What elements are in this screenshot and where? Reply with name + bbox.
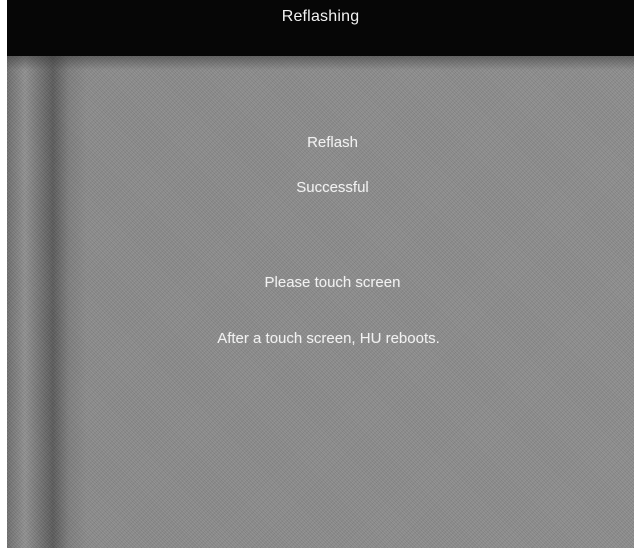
head-unit-display: Reflashing Reflash Successful Please tou… xyxy=(0,0,634,548)
touch-prompt-text: Please touch screen xyxy=(264,274,401,291)
touch-screen-area[interactable]: Reflash Successful Please touch screen A… xyxy=(7,56,634,548)
reboot-info-text: After a touch screen, HU reboots. xyxy=(217,330,440,347)
status-reflash-text: Reflash xyxy=(307,134,358,151)
status-successful-text: Successful xyxy=(296,179,369,196)
screen-edge-shade xyxy=(7,56,634,70)
window-title: Reflashing xyxy=(281,8,360,25)
title-bar: Reflashing xyxy=(7,0,634,56)
